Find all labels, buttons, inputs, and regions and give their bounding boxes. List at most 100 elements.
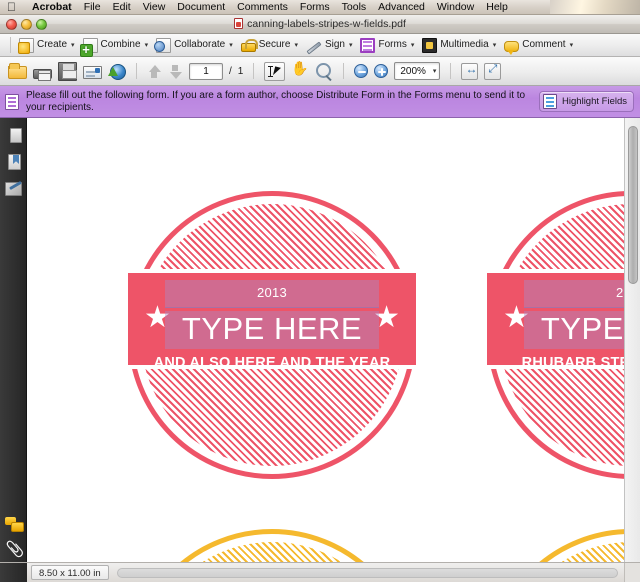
secure-label: Secure [258,39,291,50]
collaborate-icon [154,37,172,53]
label-badge[interactable] [128,529,416,562]
page-size-indicator: 8.50 x 11.00 in [31,565,109,580]
menu-advanced[interactable]: Advanced [372,0,431,14]
combine-button[interactable]: Combine ▾ [79,37,153,57]
create-label: Create [37,39,68,50]
toolbar-divider [136,63,137,79]
horizontal-scrollbar[interactable] [116,567,618,578]
forms-icon [360,37,376,53]
multimedia-icon [422,37,438,53]
chevron-down-icon[interactable]: ▾ [71,41,75,49]
chevron-down-icon[interactable]: ▾ [145,41,149,49]
forms-label: Forms [378,39,407,50]
chevron-down-icon[interactable]: ▾ [570,41,574,49]
name-field-value[interactable]: TYPE HERE [128,311,416,347]
print-icon[interactable] [33,68,52,81]
close-button[interactable] [6,18,17,30]
open-folder-icon[interactable] [8,63,27,79]
vertical-scrollbar-thumb[interactable] [628,126,638,284]
label-badge[interactable] [487,529,624,562]
menu-acrobat[interactable]: Acrobat [26,0,78,14]
comment-label: Comment [522,39,566,50]
pages-icon[interactable] [7,127,22,144]
menu-tools[interactable]: Tools [336,0,373,14]
navigation-rail-top [0,126,27,196]
next-page-button[interactable] [168,63,183,80]
upload-globe-icon[interactable] [108,64,126,80]
save-icon[interactable] [58,61,77,81]
label-badge[interactable]: ★ ★ 2013 TYPE HERE RHUBARB STRAWBERRY JA… [487,191,624,479]
document-viewport[interactable]: ★ ★ 2013 TYPE HERE AND ALSO HERE AND THE… [27,118,624,562]
multimedia-button[interactable]: Multimedia ▾ [418,37,500,54]
main-toolbar: Create ▾ Combine ▾ Collaborate ▾ Secure … [0,34,640,57]
chevron-down-icon[interactable]: ▾ [493,41,497,49]
navigation-toolbar: 1 / 1 200% ▾ [0,57,640,86]
resize-grip[interactable] [624,562,640,582]
zoom-button[interactable] [36,18,47,30]
minimize-button[interactable] [21,18,32,30]
window-controls [6,18,47,30]
secure-lock-icon [240,38,258,52]
menu-comments[interactable]: Comments [231,0,294,14]
bookmark-icon[interactable] [8,154,21,170]
zoom-level-select[interactable]: 200% ▾ [394,62,441,80]
paperclip-icon[interactable] [6,542,22,560]
combine-label: Combine [100,39,141,50]
name-field-value[interactable]: TYPE HERE [487,311,624,347]
macos-menu-bar:  Acrobat File Edit View Document Commen… [0,0,640,15]
acrobat-window:  Acrobat File Edit View Document Commen… [0,0,640,582]
zoom-in-icon[interactable] [374,64,389,78]
label-band-divider-top [487,269,624,273]
chevron-down-icon[interactable]: ▾ [433,67,437,75]
navigation-rail-bottom [0,517,27,560]
hand-tool-icon[interactable] [291,60,309,80]
menu-document[interactable]: Document [171,0,231,14]
year-field-value[interactable]: 2013 [487,285,624,300]
chevron-down-icon[interactable]: ▾ [411,41,415,49]
menu-view[interactable]: View [137,0,172,14]
chevron-down-icon[interactable]: ▾ [294,41,298,49]
menu-file[interactable]: File [78,0,107,14]
page-total: 1 [237,65,244,77]
select-text-tool-icon[interactable] [264,61,286,81]
email-icon[interactable] [83,66,102,79]
sign-button[interactable]: Sign ▾ [302,38,357,55]
label-stripe-fill [141,542,403,562]
apple-icon[interactable]:  [7,1,16,13]
page-number-input[interactable]: 1 [189,62,223,80]
highlight-fields-button[interactable]: Highlight Fields [539,91,634,112]
toolbar-divider [10,37,11,53]
status-bar-rail-stub [0,562,27,582]
collaborate-button[interactable]: Collaborate ▾ [152,37,237,54]
fit-width-icon[interactable] [461,62,479,80]
menu-edit[interactable]: Edit [107,0,137,14]
create-button[interactable]: Create ▾ [15,37,79,54]
label-band-divider-top [128,269,416,273]
label-badge[interactable]: ★ ★ 2013 TYPE HERE AND ALSO HERE AND THE… [128,191,416,479]
chevron-down-icon[interactable]: ▾ [229,41,233,49]
create-icon [18,37,34,54]
vertical-scrollbar[interactable] [624,118,640,562]
label-subtitle: RHUBARB STRAWBERRY JAM [521,355,624,371]
comment-button[interactable]: Comment ▾ [500,38,577,55]
toolbar-divider [253,63,255,79]
form-notice-message: Please fill out the following form. If y… [26,89,526,113]
menu-bar-right-region [550,0,640,14]
collaborate-label: Collaborate [174,39,226,50]
marquee-zoom-icon[interactable] [315,62,333,80]
previous-page-button[interactable] [147,63,162,80]
menu-window[interactable]: Window [431,0,480,14]
fit-page-icon[interactable] [484,62,502,80]
signature-icon[interactable] [5,182,22,196]
zoom-out-icon[interactable] [354,64,369,78]
menu-forms[interactable]: Forms [294,0,336,14]
forms-button[interactable]: Forms ▾ [356,37,418,54]
menu-help[interactable]: Help [480,0,514,14]
year-field-value[interactable]: 2013 [128,285,416,300]
multimedia-label: Multimedia [440,39,489,50]
sign-pen-icon [306,40,322,55]
comments-icon[interactable] [4,517,24,532]
secure-button[interactable]: Secure ▾ [237,38,302,53]
page-separator: / [229,65,232,77]
chevron-down-icon[interactable]: ▾ [349,41,353,49]
